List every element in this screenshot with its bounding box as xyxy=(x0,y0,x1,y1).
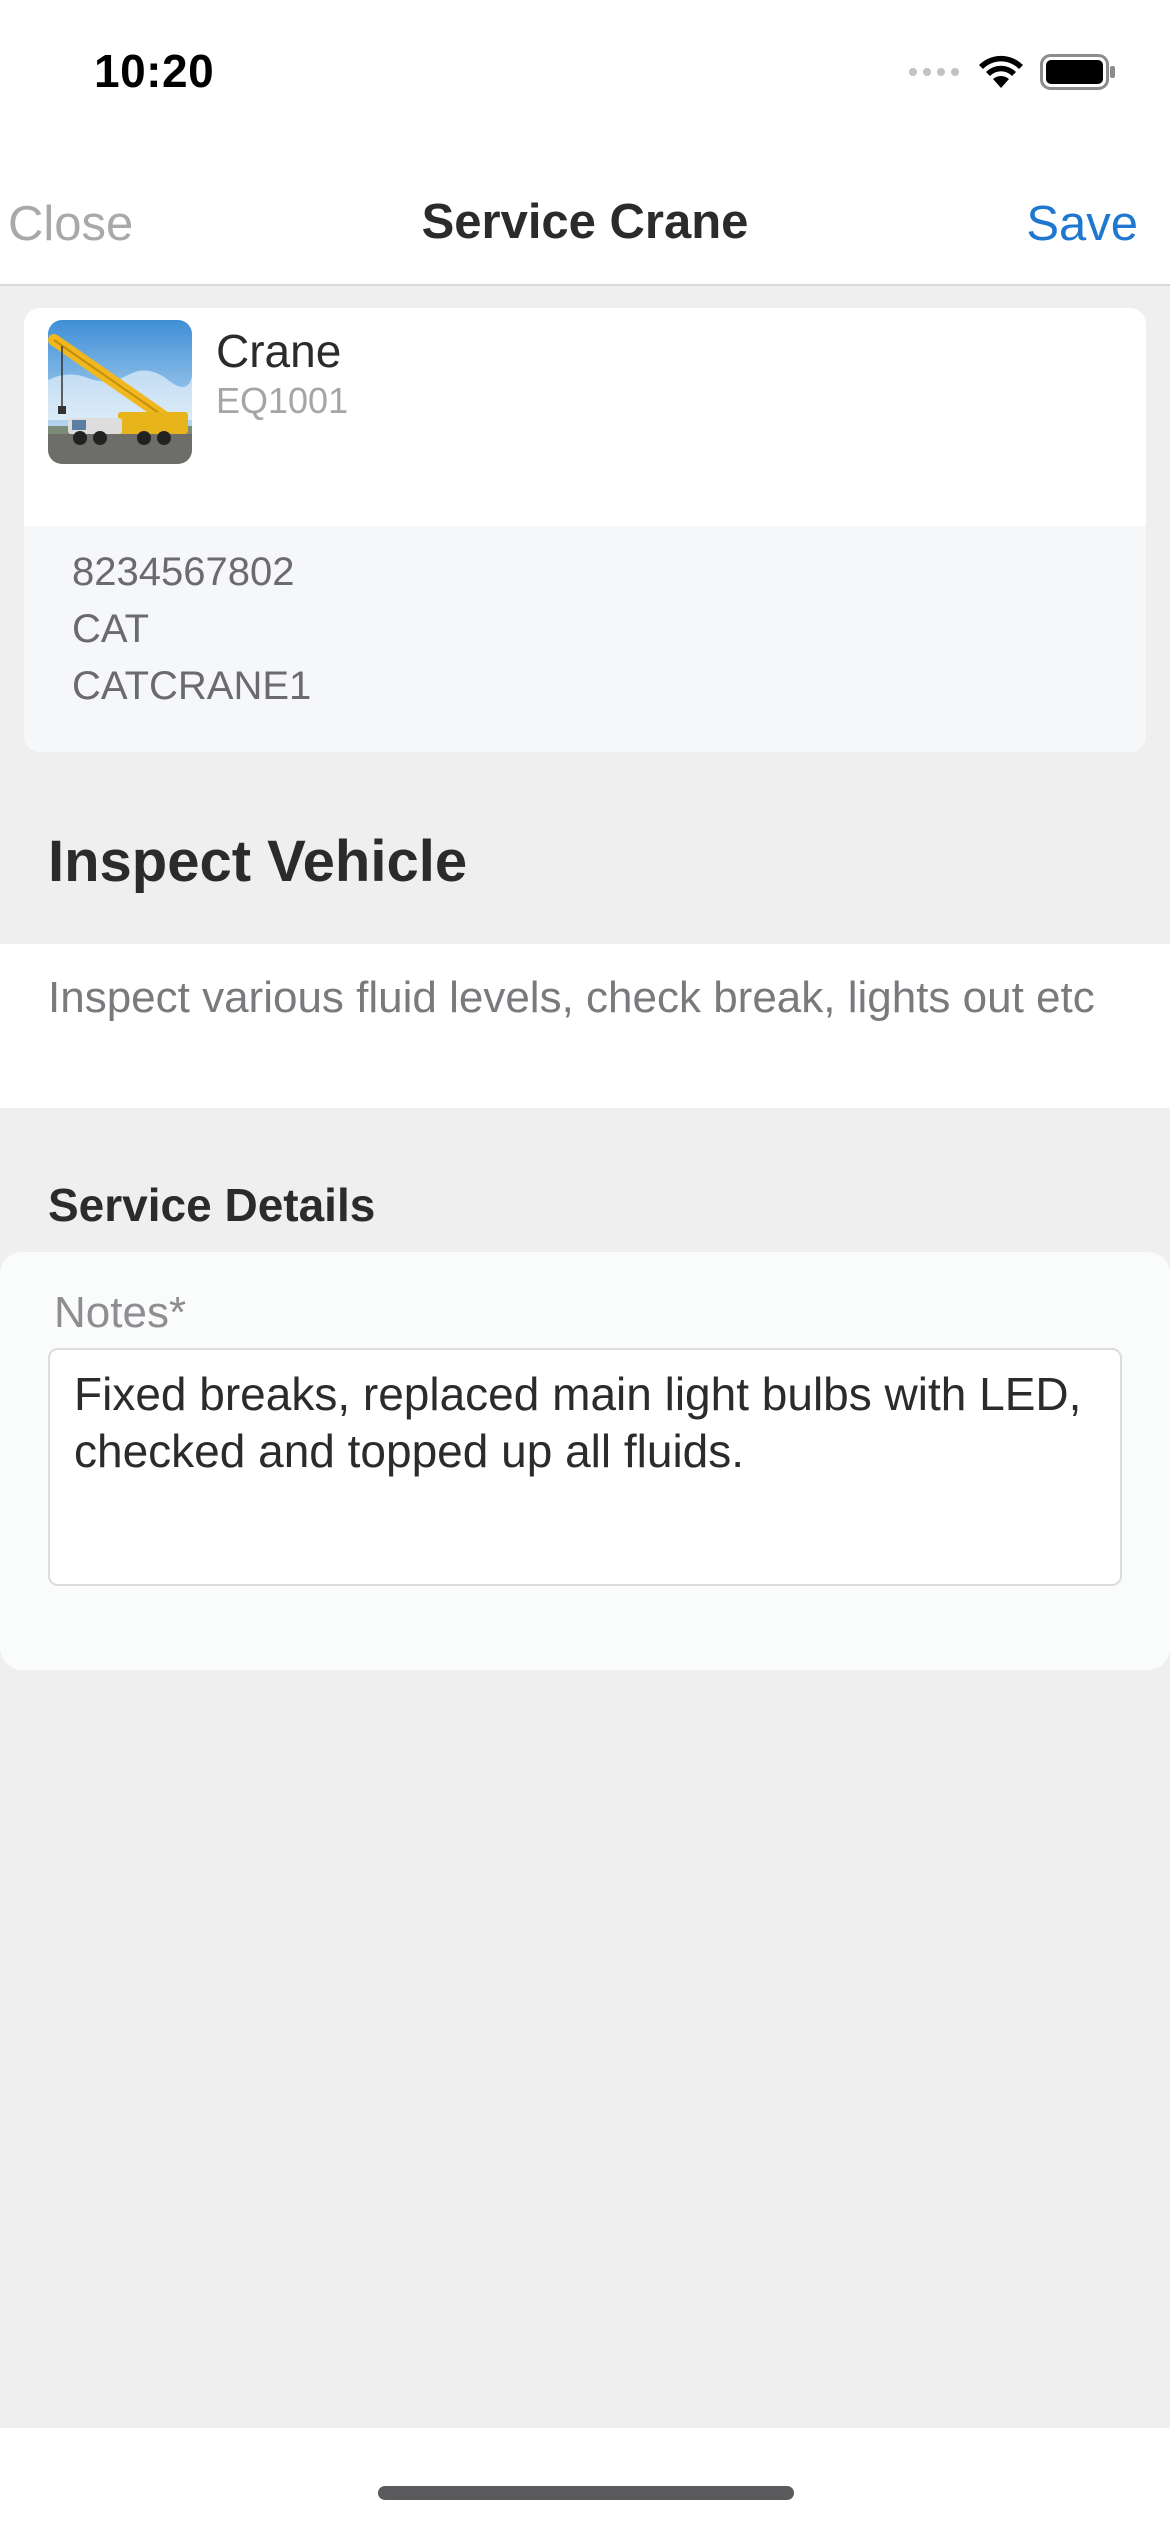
equipment-name: Crane xyxy=(216,325,342,377)
save-button[interactable]: Save xyxy=(1026,196,1138,252)
home-indicator[interactable] xyxy=(378,2486,794,2500)
status-bar: 10:20 xyxy=(0,0,1170,150)
service-details-heading: Service Details xyxy=(48,1179,376,1231)
home-indicator-area xyxy=(0,2428,1170,2532)
equipment-card: Crane EQ1001 8234567802 CAT CATCRANE1 xyxy=(24,308,1146,752)
equipment-serial: 8234567802 xyxy=(72,550,295,594)
wifi-icon xyxy=(978,54,1024,95)
task-title: Inspect Vehicle xyxy=(48,829,468,894)
battery-icon xyxy=(1040,53,1116,95)
page-title: Service Crane xyxy=(421,195,749,249)
task-description-block: Inspect various fluid levels, check brea… xyxy=(0,944,1170,1108)
task-description: Inspect various fluid levels, check brea… xyxy=(48,973,1095,1022)
cellular-signal-icon xyxy=(908,65,962,84)
status-icons xyxy=(908,52,1116,96)
equipment-details: 8234567802 CAT CATCRANE1 xyxy=(24,526,1146,752)
equipment-model: CATCRANE1 xyxy=(72,664,312,708)
crane-photo xyxy=(48,320,192,464)
notes-label: Notes* xyxy=(54,1288,187,1337)
equipment-make: CAT xyxy=(72,607,150,651)
navigation-bar: Close Service Crane Save xyxy=(0,150,1170,286)
service-details-card: Notes* Fixed breaks, replaced main light… xyxy=(0,1252,1170,1670)
status-time: 10:20 xyxy=(94,45,215,97)
notes-field[interactable]: Fixed breaks, replaced main light bulbs … xyxy=(48,1348,1122,1586)
equipment-id: EQ1001 xyxy=(216,380,349,421)
